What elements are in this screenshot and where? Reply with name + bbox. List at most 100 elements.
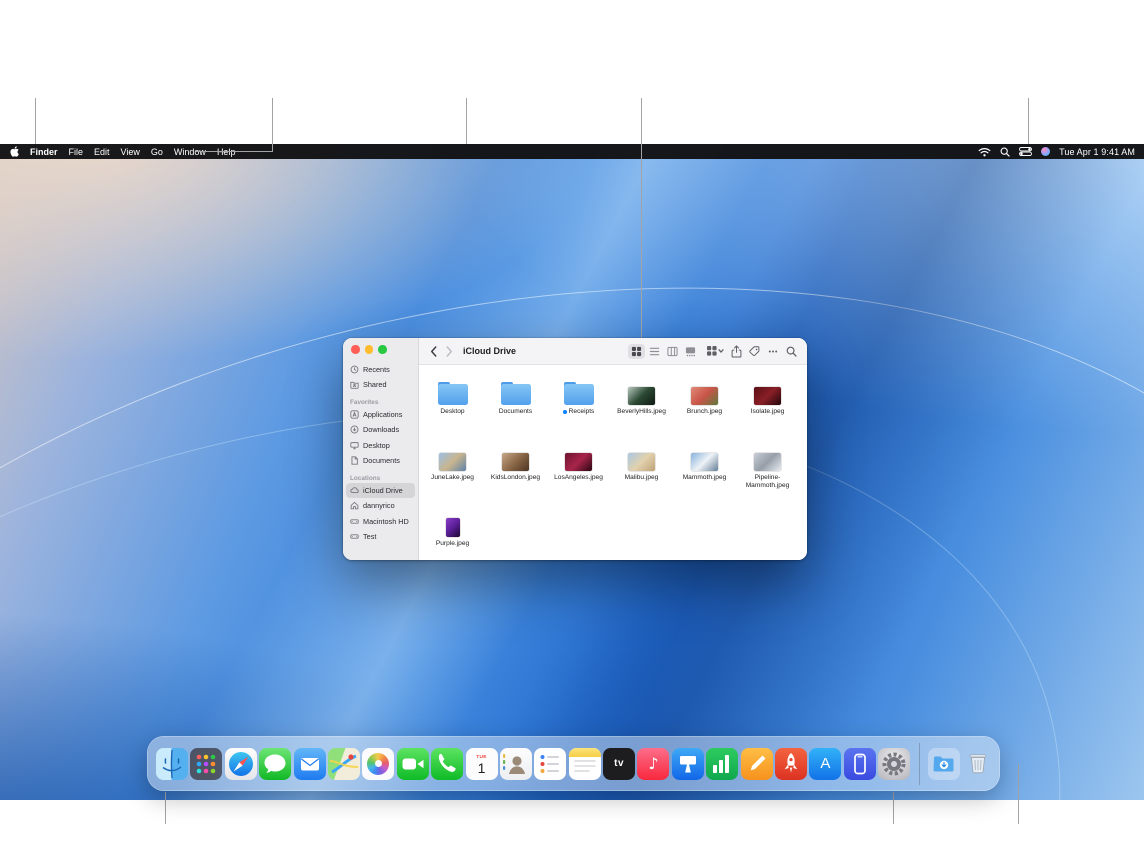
search-icon[interactable] — [786, 346, 797, 357]
file-losangeles[interactable]: LosAngeles.jpeg — [547, 437, 610, 503]
dock-maps-icon[interactable] — [327, 747, 360, 780]
dock-music-icon[interactable]: ♪ — [637, 747, 670, 780]
image-thumbnail — [439, 453, 466, 471]
forward-button[interactable] — [445, 345, 454, 358]
sidebar-label: Test — [363, 532, 377, 542]
dock-phone-icon[interactable] — [431, 747, 464, 780]
dock-reminders-icon[interactable] — [534, 747, 567, 780]
file-malibu[interactable]: Malibu.jpeg — [610, 437, 673, 503]
dock-numbers-icon[interactable] — [706, 747, 739, 780]
file-pipeline-mammoth[interactable]: Pipeline-Mammoth.jpeg — [736, 437, 799, 503]
minimize-button[interactable] — [364, 345, 373, 354]
image-thumbnail — [628, 387, 655, 405]
finder-window: Recents Shared Favorites Applications Do… — [343, 338, 807, 560]
hard-drive-icon — [350, 534, 359, 539]
dock-calendar-icon[interactable]: TUE 1 — [465, 747, 498, 780]
folder-icon — [563, 381, 594, 405]
dock-tv-icon[interactable]: tv — [603, 747, 636, 780]
sidebar-item-icloud-drive[interactable]: iCloud Drive — [346, 482, 415, 498]
dock-launchpad-icon[interactable] — [190, 747, 223, 780]
sidebar-label: dannyrico — [363, 501, 395, 511]
sidebar-item-shared[interactable]: Shared — [346, 377, 415, 393]
sidebar-item-home[interactable]: dannyrico — [346, 498, 415, 514]
dock-trash-icon[interactable] — [962, 748, 994, 780]
file-label: Documents — [498, 408, 533, 415]
gallery-view-button[interactable] — [682, 344, 699, 359]
sidebar-item-macintosh-hd[interactable]: Macintosh HD — [346, 514, 415, 530]
dock-mail-icon[interactable] — [293, 747, 326, 780]
sidebar-item-downloads[interactable]: Downloads — [346, 422, 415, 438]
image-thumbnail — [691, 387, 718, 405]
spotlight-search-icon[interactable] — [1000, 147, 1010, 157]
dock-notes-icon[interactable] — [568, 747, 601, 780]
dock-pages-icon[interactable] — [740, 747, 773, 780]
dock-keynote-icon[interactable] — [671, 747, 704, 780]
menu-go[interactable]: Go — [151, 147, 163, 157]
dock-downloads-icon[interactable] — [927, 747, 960, 780]
control-center-icon[interactable] — [1019, 147, 1033, 156]
document-icon — [351, 456, 358, 465]
icon-view-button[interactable] — [628, 343, 645, 359]
file-purple[interactable]: Purple.jpeg — [421, 503, 484, 560]
column-view-button[interactable] — [664, 344, 681, 359]
image-thumbnail — [502, 453, 529, 471]
list-view-button[interactable] — [646, 344, 663, 359]
sidebar-item-desktop[interactable]: Desktop — [346, 438, 415, 454]
file-receipts-folder[interactable]: Receipts — [547, 371, 610, 437]
callout-line-app-menus — [272, 98, 273, 152]
sidebar-label: iCloud Drive — [363, 485, 403, 495]
dock-settings-icon[interactable] — [878, 747, 911, 780]
menu-bar-clock[interactable]: Tue Apr 1 9:41 AM — [1059, 147, 1135, 157]
file-label: Pipeline-Mammoth.jpeg — [745, 474, 790, 490]
dock-rocket-icon[interactable] — [775, 747, 808, 780]
menu-finder[interactable]: Finder — [30, 147, 58, 157]
dock-photos-icon[interactable] — [362, 747, 395, 780]
zoom-button[interactable] — [378, 345, 387, 354]
dock-appstore-icon[interactable]: A — [809, 747, 842, 780]
file-beverlyhills[interactable]: BeverlyHills.jpeg — [610, 371, 673, 437]
file-kidslondon[interactable]: KidsLondon.jpeg — [484, 437, 547, 503]
file-isolate[interactable]: Isolate.jpeg — [736, 371, 799, 437]
file-brunch[interactable]: Brunch.jpeg — [673, 371, 736, 437]
dock-safari-icon[interactable] — [224, 747, 257, 780]
file-grid: Desktop Documents Receipts BeverlyHills.… — [419, 365, 807, 560]
tags-icon[interactable] — [749, 345, 760, 357]
image-thumbnail — [565, 453, 592, 471]
apple-menu-icon[interactable] — [10, 146, 19, 157]
callout-line-trash — [1018, 764, 1019, 824]
file-label: Desktop — [440, 408, 465, 415]
file-mammoth[interactable]: Mammoth.jpeg — [673, 437, 736, 503]
menu-edit[interactable]: Edit — [94, 147, 110, 157]
dock-facetime-icon[interactable] — [396, 747, 429, 780]
sidebar-label: Recents — [363, 364, 390, 374]
dock-iphone-mirroring-icon[interactable] — [843, 747, 876, 780]
sidebar-label: Macintosh HD — [363, 516, 409, 526]
sidebar-item-documents[interactable]: Documents — [346, 453, 415, 469]
dock-messages-icon[interactable] — [259, 747, 292, 780]
wifi-icon[interactable] — [978, 147, 991, 157]
menu-view[interactable]: View — [121, 147, 140, 157]
image-thumbnail — [754, 387, 781, 405]
group-by-button[interactable] — [706, 345, 724, 357]
close-button[interactable] — [351, 345, 360, 354]
shared-folder-icon — [350, 382, 359, 389]
back-button[interactable] — [429, 345, 438, 358]
image-thumbnail — [445, 518, 460, 537]
appstore-a-glyph: A — [820, 755, 831, 772]
sidebar-item-recents[interactable]: Recents — [346, 362, 415, 378]
siri-icon[interactable] — [1041, 147, 1051, 156]
sidebar-item-test[interactable]: Test — [346, 529, 415, 545]
file-junelake[interactable]: JuneLake.jpeg — [421, 437, 484, 503]
music-note-glyph: ♪ — [648, 754, 659, 773]
more-options-icon[interactable] — [767, 346, 779, 357]
image-thumbnail — [691, 453, 718, 471]
menu-file[interactable]: File — [69, 147, 84, 157]
calendar-day: 1 — [477, 760, 486, 777]
share-icon[interactable] — [731, 344, 742, 358]
sidebar-item-applications[interactable]: Applications — [346, 407, 415, 423]
dock-contacts-icon[interactable] — [499, 747, 532, 780]
dock-finder-icon[interactable] — [156, 747, 188, 780]
file-documents-folder[interactable]: Documents — [484, 371, 547, 437]
sidebar-list: Recents Shared Favorites Applications Do… — [343, 362, 418, 545]
file-desktop-folder[interactable]: Desktop — [421, 371, 484, 437]
